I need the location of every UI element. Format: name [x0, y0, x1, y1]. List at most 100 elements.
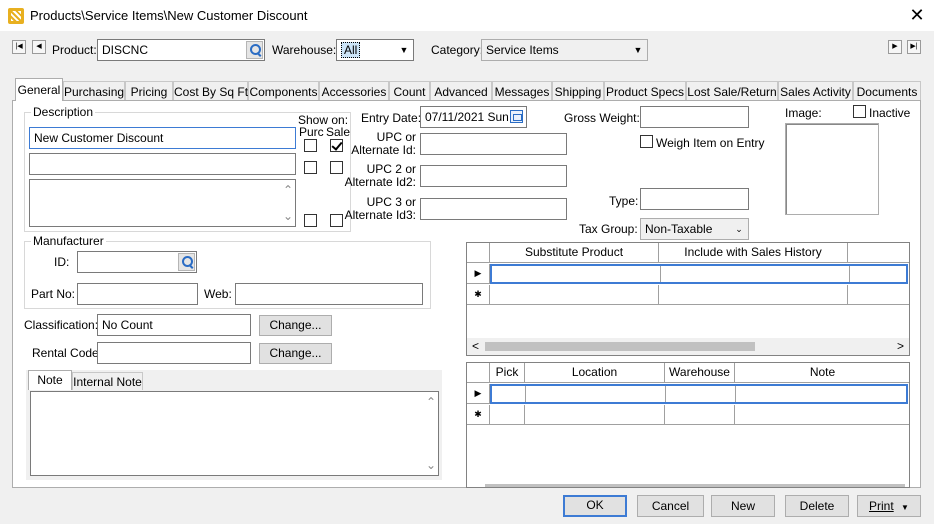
horizontal-scrollbar[interactable]	[485, 484, 905, 487]
new-row-icon[interactable]: ✱	[467, 405, 490, 425]
tab-count[interactable]: Count	[389, 81, 430, 101]
new-button[interactable]: New	[711, 495, 775, 517]
tab-documents[interactable]: Documents	[853, 81, 921, 101]
scroll-up-icon[interactable]: ⌃	[283, 182, 293, 198]
image-label: Image:	[785, 106, 822, 120]
product-image[interactable]	[785, 123, 879, 215]
tab-product-specs[interactable]: Product Specs	[604, 81, 686, 101]
new-row-cell[interactable]	[525, 405, 665, 425]
tab-sales-activity[interactable]: Sales Activity	[778, 81, 853, 101]
cancel-button[interactable]: Cancel	[637, 495, 704, 517]
scroll-up-icon[interactable]: ⌃	[426, 394, 436, 410]
purc-line2-checkbox[interactable]	[304, 161, 317, 174]
new-row-cell[interactable]	[735, 405, 909, 425]
web-label: Web:	[204, 287, 232, 301]
location-grid[interactable]: Pick Location Warehouse Note ▶ ✱	[466, 362, 910, 488]
purc-line1-checkbox[interactable]	[304, 139, 317, 152]
new-row-cell[interactable]	[659, 285, 848, 305]
entry-date-input[interactable]: 07/11/2021 Sun	[420, 106, 527, 128]
new-row-cell[interactable]	[490, 285, 659, 305]
calendar-icon[interactable]	[510, 110, 523, 123]
ok-button[interactable]: OK	[563, 495, 627, 517]
tab-accessories[interactable]: Accessories	[319, 81, 389, 101]
mfr-lookup-icon[interactable]	[178, 253, 195, 271]
tab-internal-note[interactable]: Internal Note	[72, 372, 143, 390]
last-record-button[interactable]: ▶|	[907, 40, 921, 54]
new-row-cell[interactable]	[665, 405, 735, 425]
upc2-label: UPC 2 or Alternate Id2:	[340, 163, 416, 189]
horizontal-scrollbar[interactable]: < >	[467, 338, 909, 355]
mfr-id-input[interactable]	[77, 251, 197, 273]
col-warehouse[interactable]: Warehouse	[665, 363, 735, 383]
table-row[interactable]	[490, 264, 908, 284]
col-note[interactable]: Note	[735, 363, 909, 383]
tab-lost-sale-return[interactable]: Lost Sale/Return	[686, 81, 778, 101]
tab-general[interactable]: General	[15, 78, 63, 101]
col-pick[interactable]: Pick	[490, 363, 525, 383]
window-title: Products\Service Items\New Customer Disc…	[30, 8, 308, 23]
web-input[interactable]	[235, 283, 423, 305]
col-substitute-product[interactable]: Substitute Product	[490, 243, 659, 263]
upc2-input[interactable]	[420, 165, 567, 187]
next-record-button[interactable]: ▶	[888, 40, 902, 54]
first-record-button[interactable]: |◀	[12, 40, 26, 54]
classification-change-button[interactable]: Change...	[259, 315, 332, 336]
row-marker-icon[interactable]: ▶	[467, 384, 490, 404]
tax-group-select[interactable]: Non-Taxable ⌄	[640, 218, 749, 240]
gross-weight-input[interactable]	[640, 106, 749, 128]
tab-advanced[interactable]: Advanced	[430, 81, 492, 101]
new-row-cell[interactable]	[490, 405, 525, 425]
description-line2-input[interactable]	[29, 153, 296, 175]
category-select[interactable]: Service Items ▼	[481, 39, 648, 61]
classification-value: No Count	[102, 318, 153, 332]
rental-change-button[interactable]: Change...	[259, 343, 332, 364]
tab-pricing[interactable]: Pricing	[125, 81, 173, 101]
substitute-grid[interactable]: Substitute Product Include with Sales Hi…	[466, 242, 910, 356]
table-row[interactable]	[490, 384, 908, 404]
scroll-right-icon[interactable]: >	[897, 339, 904, 353]
type-input[interactable]	[640, 188, 749, 210]
weigh-item-checkbox[interactable]	[640, 135, 653, 148]
note-textarea[interactable]: ⌃ ⌄	[30, 391, 439, 476]
warehouse-select[interactable]: All ▼	[336, 39, 414, 61]
scroll-left-icon[interactable]: <	[472, 339, 479, 353]
tab-components[interactable]: Components	[248, 81, 319, 101]
tab-cost-by-sq-ft[interactable]: Cost By Sq Ft	[173, 81, 248, 101]
new-row-cell[interactable]	[848, 285, 909, 305]
app-icon	[8, 8, 24, 24]
tax-group-label: Tax Group:	[579, 222, 638, 236]
close-icon[interactable]: ✕	[904, 4, 930, 26]
entry-date-value: 07/11/2021 Sun	[425, 110, 509, 124]
scrollbar-thumb[interactable]	[485, 342, 755, 351]
partno-input[interactable]	[77, 283, 198, 305]
scroll-down-icon[interactable]: ⌄	[426, 457, 436, 473]
inactive-checkbox[interactable]	[853, 105, 866, 118]
tax-group-value: Non-Taxable	[645, 222, 713, 236]
chevron-down-icon: ▼	[901, 503, 909, 512]
delete-button[interactable]: Delete	[785, 495, 849, 517]
print-button[interactable]: Print ▼	[857, 495, 921, 517]
description-line1-input[interactable]: New Customer Discount	[29, 127, 296, 149]
col-location[interactable]: Location	[525, 363, 665, 383]
new-row-icon[interactable]: ✱	[467, 285, 490, 305]
product-field[interactable]: DISCNC	[97, 39, 265, 61]
description-line1-value: New Customer Discount	[34, 131, 164, 145]
upc-input[interactable]	[420, 133, 567, 155]
tab-shipping[interactable]: Shipping	[552, 81, 604, 101]
tab-purchasing[interactable]: Purchasing	[63, 81, 125, 101]
row-marker-icon[interactable]: ▶	[467, 264, 490, 284]
scroll-down-icon[interactable]: ⌄	[283, 208, 293, 224]
description-long-input[interactable]: ⌃ ⌄	[29, 179, 296, 227]
purc-long-checkbox[interactable]	[304, 214, 317, 227]
tab-note[interactable]: Note	[28, 370, 72, 390]
category-label: Category:	[431, 43, 484, 57]
prev-record-button[interactable]: ◀	[32, 40, 46, 54]
product-lookup-icon[interactable]	[246, 41, 263, 59]
mfr-id-label: ID:	[54, 255, 70, 269]
upc3-input[interactable]	[420, 198, 567, 220]
partno-label: Part No:	[31, 287, 76, 301]
col-include-sales-history[interactable]: Include with Sales History	[659, 243, 848, 263]
grid-corner	[467, 363, 490, 383]
row-divider	[849, 266, 850, 282]
tab-messages[interactable]: Messages	[492, 81, 552, 101]
